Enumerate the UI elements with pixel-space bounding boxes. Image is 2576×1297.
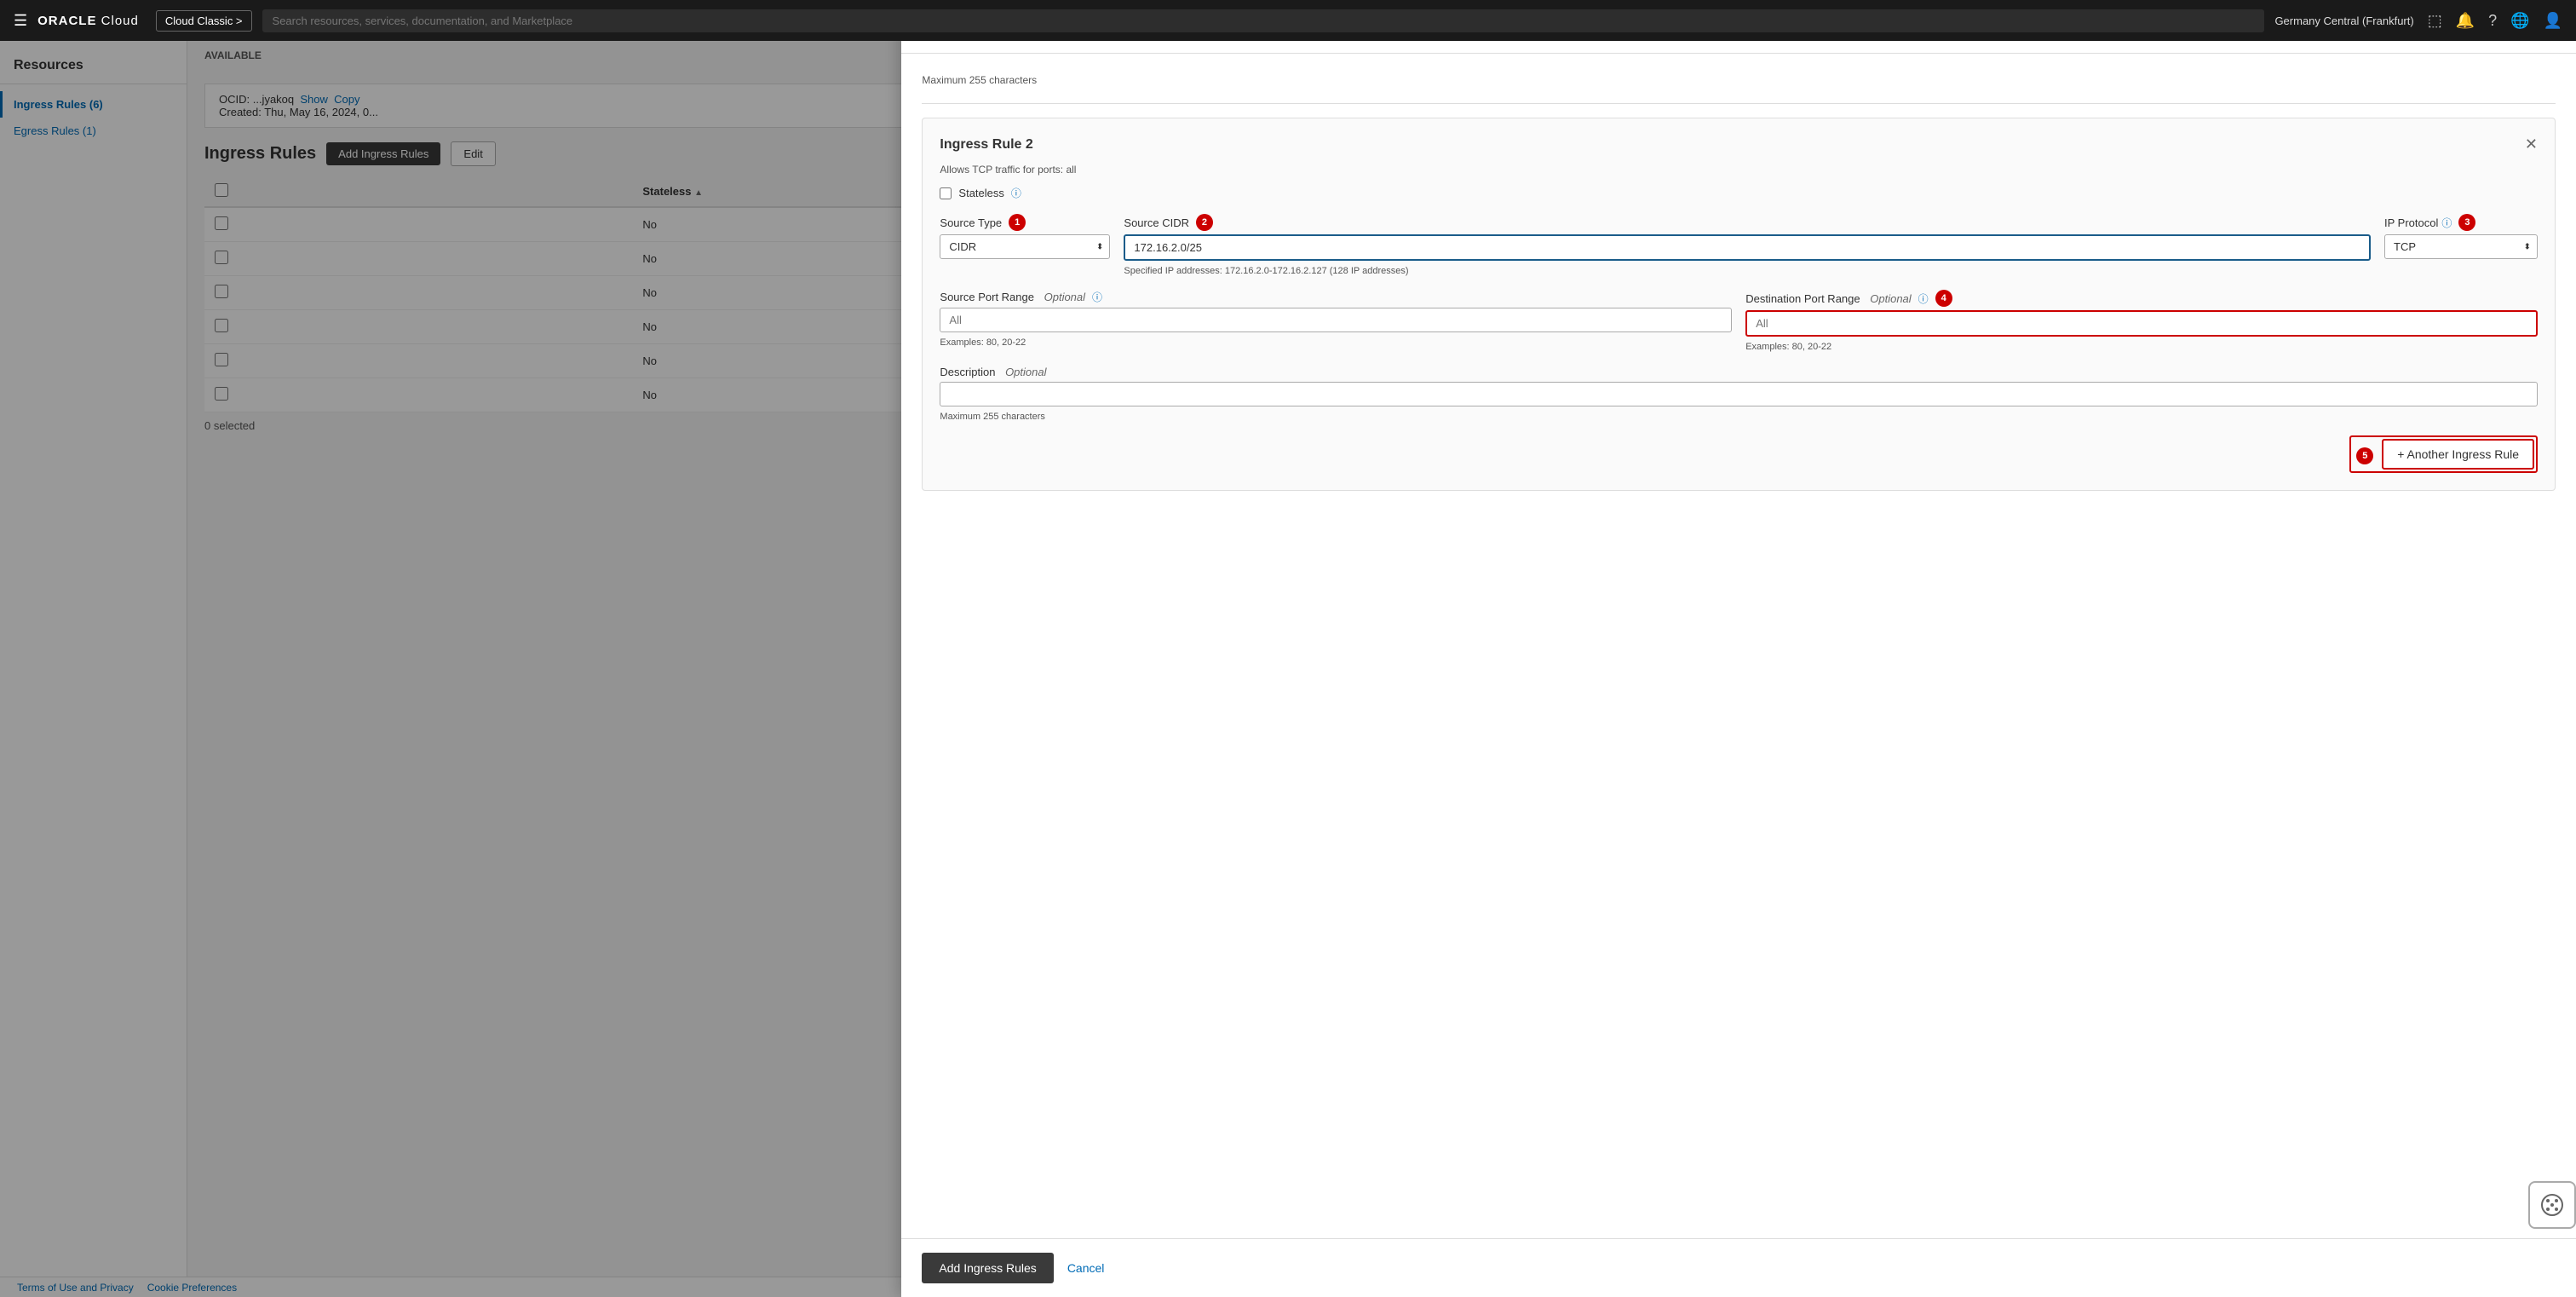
ip-protocol-group: IP Protocol ⓘ 3 TCP UDP ICMP All Protoco… [2384, 214, 2538, 259]
prev-section: Maximum 255 characters [922, 71, 2556, 104]
description-optional: Optional [1005, 366, 1046, 378]
ip-protocol-label: IP Protocol ⓘ 3 [2384, 214, 2538, 231]
rule-card-header: Ingress Rule 2 ✕ [940, 135, 2538, 153]
menu-icon[interactable]: ☰ [14, 12, 27, 30]
add-ingress-submit-button[interactable]: Add Ingress Rules [922, 1253, 1053, 1283]
add-another-section: 5 + Another Ingress Rule [940, 435, 2538, 473]
source-port-optional: Optional [1044, 291, 1085, 303]
source-cidr-hint: Specified IP addresses: 172.16.2.0-172.1… [1124, 266, 2371, 276]
help-icon[interactable]: ? [2488, 12, 2497, 30]
globe-icon[interactable]: 🌐 [2510, 12, 2529, 30]
user-icon[interactable]: 👤 [2544, 12, 2562, 30]
dest-port-hint: Examples: 80, 20-22 [1745, 342, 2538, 352]
rule-card-2: Ingress Rule 2 ✕ Allows TCP traffic for … [922, 118, 2556, 491]
code-icon[interactable]: ⬚ [2428, 12, 2442, 30]
source-port-label: Source Port Range Optional ⓘ [940, 290, 1732, 304]
ip-protocol-select-wrapper: TCP UDP ICMP All Protocols ⬍ [2384, 234, 2538, 259]
ip-protocol-select[interactable]: TCP UDP ICMP All Protocols [2384, 234, 2538, 259]
source-cidr-label: Source CIDR 2 [1124, 214, 2371, 231]
badge-5: 5 [2356, 447, 2373, 464]
region-selector[interactable]: Germany Central (Frankfurt) [2274, 14, 2413, 27]
bell-icon[interactable]: 🔔 [2456, 12, 2475, 30]
search-input[interactable] [262, 9, 2265, 32]
add-another-button[interactable]: + Another Ingress Rule [2382, 439, 2534, 470]
rule-card-subtitle: Allows TCP traffic for ports: all [940, 164, 2538, 176]
stateless-label: Stateless [958, 187, 1003, 199]
dest-port-info-icon[interactable]: ⓘ [1918, 291, 1929, 306]
dest-port-input[interactable] [1745, 310, 2538, 337]
source-port-hint: Examples: 80, 20-22 [940, 337, 1732, 348]
helper-widget[interactable] [2528, 1181, 2576, 1229]
oracle-logo: ORACLE Cloud [37, 14, 139, 28]
source-port-input[interactable] [940, 308, 1732, 332]
source-type-group: Source Type 1 CIDR Service Network Secur… [940, 214, 1110, 259]
source-port-group: Source Port Range Optional ⓘ Examples: 8… [940, 290, 1732, 348]
source-cidr-group: Source CIDR 2 172.16.2.0/25 Specified IP… [1124, 214, 2371, 276]
ip-protocol-info-icon[interactable]: ⓘ [2441, 216, 2452, 230]
badge-4: 4 [1935, 290, 1952, 307]
source-port-info-icon[interactable]: ⓘ [1092, 290, 1102, 304]
topnav: ☰ ORACLE Cloud Cloud Classic > Germany C… [0, 0, 2576, 41]
source-type-label: Source Type 1 [940, 214, 1110, 231]
description-row: Description Optional Maximum 255 charact… [940, 366, 2538, 422]
dest-port-group: Destination Port Range Optional ⓘ 4 Exam… [1745, 290, 2538, 352]
stateless-row: Stateless ⓘ [940, 186, 2538, 200]
modal-panel: Add Ingress Rules ✕ Maximum 255 characte… [901, 0, 2576, 1297]
badge-1: 1 [1009, 214, 1026, 231]
stateless-checkbox[interactable] [940, 187, 952, 199]
rule-card-title: Ingress Rule 2 [940, 137, 1032, 153]
badge-2: 2 [1196, 214, 1213, 231]
add-another-highlight: 5 + Another Ingress Rule [2349, 435, 2538, 473]
source-cidr-input[interactable]: 172.16.2.0/25 [1124, 234, 2371, 261]
source-type-select-wrapper: CIDR Service Network Security Group ⬍ [940, 234, 1110, 259]
dest-port-label: Destination Port Range Optional ⓘ 4 [1745, 290, 2538, 307]
description-label: Description Optional [940, 366, 2538, 378]
rule-card-close-button[interactable]: ✕ [2525, 135, 2538, 153]
max-chars-label: Maximum 255 characters [922, 71, 2556, 89]
port-range-row: Source Port Range Optional ⓘ Examples: 8… [940, 290, 2538, 352]
cancel-button[interactable]: Cancel [1067, 1261, 1105, 1275]
description-group: Description Optional Maximum 255 charact… [940, 366, 2538, 422]
cloud-classic-button[interactable]: Cloud Classic > [156, 10, 252, 32]
description-max-chars: Maximum 255 characters [940, 412, 2538, 422]
modal-footer: Add Ingress Rules Cancel [901, 1238, 2576, 1297]
source-type-row: Source Type 1 CIDR Service Network Secur… [940, 214, 2538, 276]
badge-3: 3 [2458, 214, 2475, 231]
stateless-info-icon[interactable]: ⓘ [1011, 186, 1021, 200]
helper-widget-icon [2540, 1193, 2564, 1217]
description-input[interactable] [940, 382, 2538, 406]
modal-body: Maximum 255 characters Ingress Rule 2 ✕ … [901, 54, 2576, 1238]
topnav-right: Germany Central (Frankfurt) ⬚ 🔔 ? 🌐 👤 [2274, 12, 2562, 30]
source-type-select[interactable]: CIDR Service Network Security Group [940, 234, 1110, 259]
dest-port-optional: Optional [1870, 292, 1911, 305]
